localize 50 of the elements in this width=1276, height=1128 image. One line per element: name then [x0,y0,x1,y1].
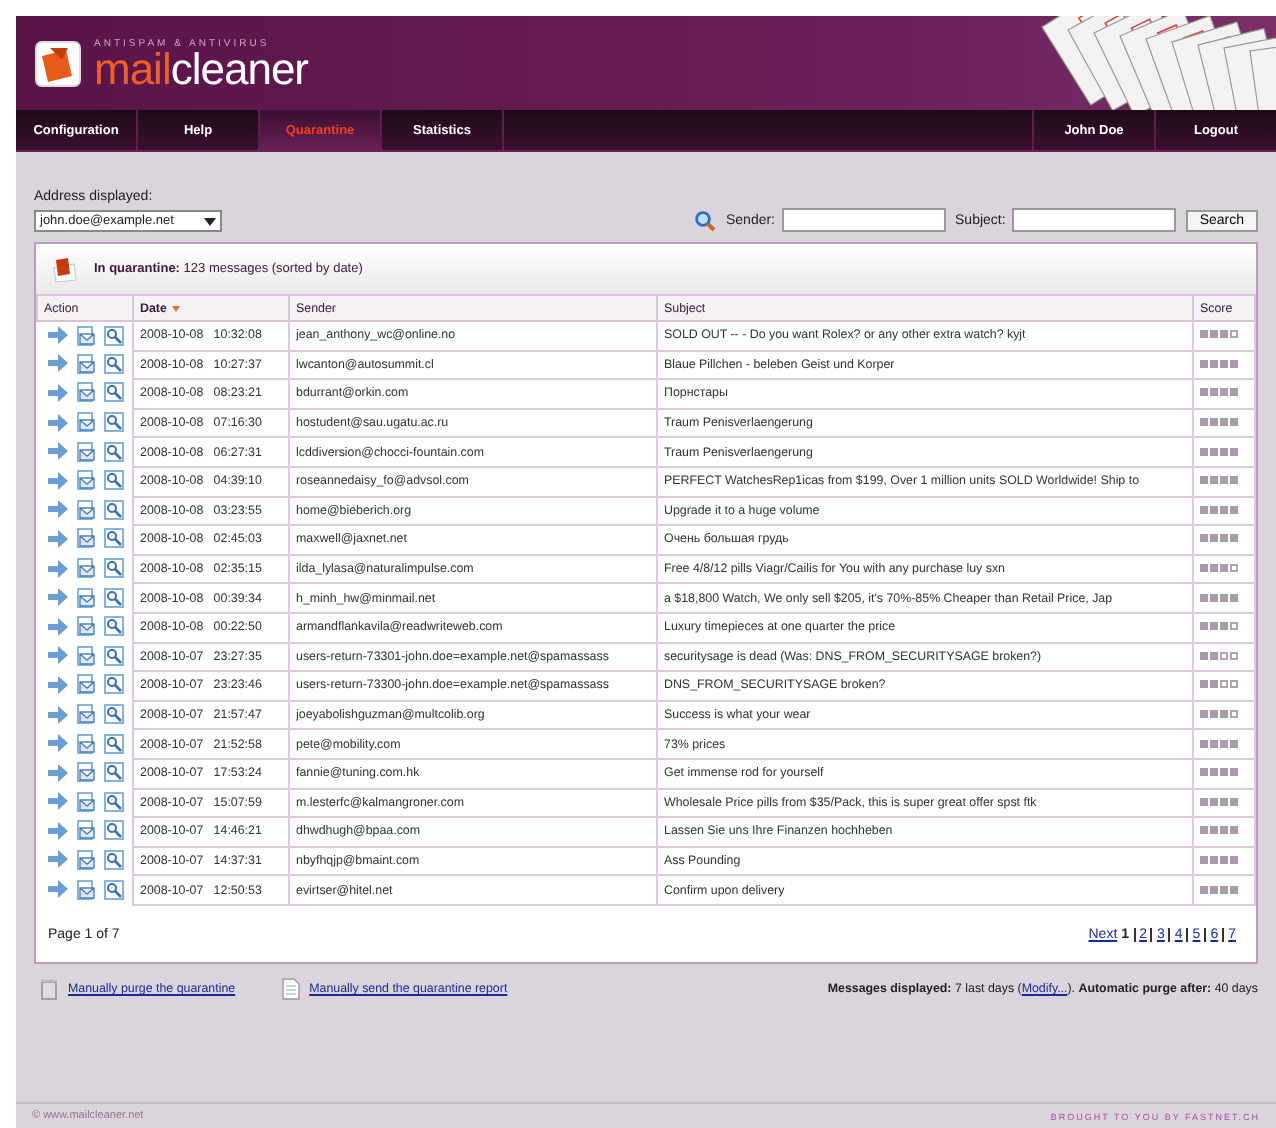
envelope-icon [50,255,78,283]
magnifier-document-icon[interactable] [103,325,123,346]
magnifier-document-icon[interactable] [103,353,123,374]
magnifier-document-icon[interactable] [103,674,123,695]
sort-caret-icon [172,305,181,311]
envelope-document-icon[interactable] [75,441,95,462]
magnifier-document-icon[interactable] [103,499,123,520]
envelope-logo-icon [34,39,82,87]
envelope-document-icon[interactable] [75,762,95,783]
trash-icon [40,977,58,1000]
envelope-document-icon[interactable] [75,704,95,725]
envelope-document-icon[interactable] [75,353,95,374]
magnifier-document-icon[interactable] [103,704,123,725]
envelope-document-icon[interactable] [75,382,95,403]
magnifier-document-icon[interactable] [103,879,123,900]
magnifier-document-icon[interactable] [103,528,123,549]
magnifier-document-icon[interactable] [103,849,123,870]
magnifier-document-icon[interactable] [103,412,123,433]
magnifier-document-icon[interactable] [103,762,123,783]
logo-wordmark: mailcleaner [94,49,308,89]
envelope-document-icon[interactable] [75,674,95,695]
envelope-document-icon[interactable] [75,528,95,549]
magnifier-document-icon[interactable] [103,382,123,403]
caret-icon [204,217,216,225]
subject-field[interactable] [1011,208,1176,232]
magnifier-document-icon[interactable] [103,733,123,754]
magnifier-document-icon[interactable] [103,470,123,491]
magnifier-document-icon[interactable] [103,820,123,841]
envelope-document-icon[interactable] [75,820,95,841]
magnifier-document-icon[interactable] [103,645,123,666]
search-icon [693,209,716,231]
envelope-document-icon[interactable] [75,879,95,900]
envelope-document-icon[interactable] [75,791,95,812]
magnifier-document-icon[interactable] [103,616,123,637]
sender-field[interactable] [781,208,946,232]
envelope-document-icon[interactable] [75,616,95,637]
document-icon [281,977,300,1000]
envelope-document-icon[interactable] [75,325,95,346]
magnifier-document-icon[interactable] [103,558,123,579]
magnifier-document-icon[interactable] [103,791,123,812]
envelope-document-icon[interactable] [75,499,95,520]
envelope-document-icon[interactable] [75,645,95,666]
envelope-document-icon[interactable] [75,733,95,754]
envelope-document-icon[interactable] [75,412,95,433]
envelope-document-icon[interactable] [75,558,95,579]
magnifier-document-icon[interactable] [103,441,123,462]
magnifier-document-icon[interactable] [103,587,123,608]
envelope-document-icon[interactable] [75,849,95,870]
envelope-document-icon[interactable] [75,470,95,491]
envelope-document-icon[interactable] [75,587,95,608]
